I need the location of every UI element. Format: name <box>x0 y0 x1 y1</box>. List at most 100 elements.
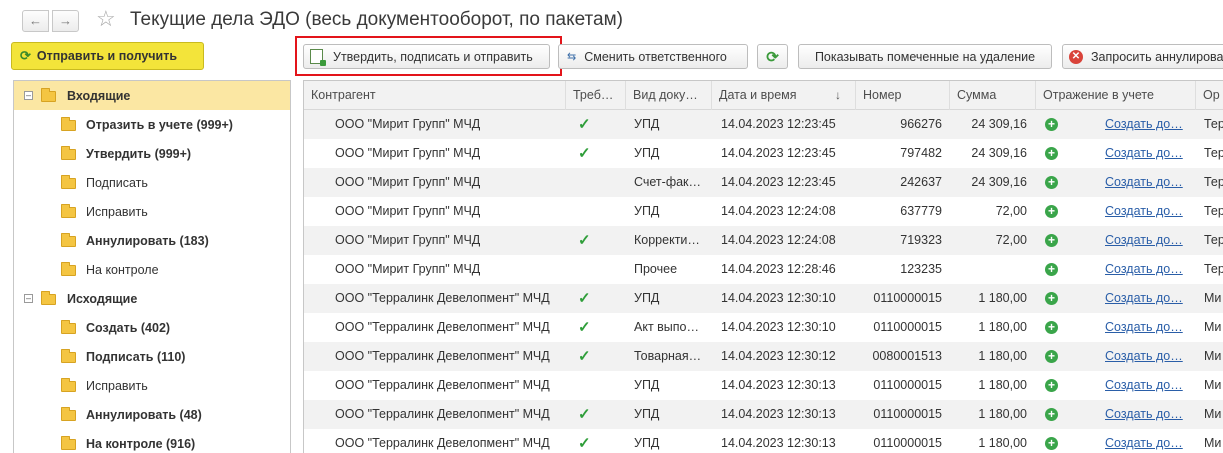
table-row[interactable]: ООО "Мирит Групп" МЧД Счет-фак… 14.04.2023… <box>304 168 1223 197</box>
cell-doc-type: УПД <box>634 407 660 421</box>
create-document-link[interactable]: Создать до… <box>1105 226 1191 255</box>
folder-tree: – Входящие Отразить в учете (999+) Утвер… <box>13 80 291 453</box>
folder-icon <box>61 204 76 218</box>
create-document-link[interactable]: Создать до… <box>1105 168 1191 197</box>
add-circle-icon[interactable]: + <box>1045 379 1058 392</box>
cell-doc-type: Прочее <box>634 262 678 276</box>
tree-item[interactable]: Создать (402) <box>14 313 290 342</box>
approve-sign-send-button[interactable]: Утвердить, подписать и отправить <box>303 44 550 69</box>
cell-counterparty: ООО "Терралинк Девелопмент" МЧД <box>335 378 550 392</box>
folder-icon <box>61 407 76 421</box>
table-header: Контрагент Треб… Вид доку… Дата и время … <box>304 81 1223 110</box>
column-header-datetime-label: Дата и время <box>719 88 797 102</box>
add-circle-icon[interactable]: + <box>1045 408 1058 421</box>
create-document-link[interactable]: Создать до… <box>1105 197 1191 226</box>
table-row[interactable]: ООО "Терралинк Девелопмент" МЧД ✓ Акт выпо… <box>304 313 1223 342</box>
table-row[interactable]: ООО "Терралинк Девелопмент" МЧД ✓ Товарная… <box>304 342 1223 371</box>
add-circle-icon[interactable]: + <box>1045 350 1058 363</box>
tree-item[interactable]: Отразить в учете (999+) <box>14 110 290 139</box>
cell-number: 637779 <box>900 204 942 218</box>
create-document-link[interactable]: Создать до… <box>1105 429 1191 453</box>
tree-item[interactable]: Утвердить (999+) <box>14 139 290 168</box>
tree-item[interactable]: Исправить <box>14 197 290 226</box>
create-document-link[interactable]: Создать до… <box>1105 255 1191 284</box>
cell-org: Тер <box>1204 204 1223 218</box>
star-icon[interactable]: ☆ <box>96 6 116 32</box>
folder-icon <box>41 88 56 102</box>
table-row[interactable]: ООО "Терралинк Девелопмент" МЧД ✓ УПД 14.04… <box>304 284 1223 313</box>
column-header-number[interactable]: Номер <box>856 81 950 110</box>
table-row[interactable]: ООО "Мирит Групп" МЧД Прочее 14.04.2023 12… <box>304 255 1223 284</box>
tree-item[interactable]: На контроле <box>14 255 290 284</box>
tree-group-label: Исходящие <box>67 291 138 306</box>
tree-item[interactable]: Исправить <box>14 371 290 400</box>
tree-item[interactable]: Аннулировать (183) <box>14 226 290 255</box>
cell-doc-type: УПД <box>634 146 660 160</box>
add-circle-icon[interactable]: + <box>1045 205 1058 218</box>
add-circle-icon[interactable]: + <box>1045 437 1058 450</box>
cell-sum: 1 180,00 <box>978 291 1027 305</box>
request-annul-button[interactable]: ✕ Запросить аннулирова <box>1062 44 1223 69</box>
column-header-required[interactable]: Треб… <box>566 81 626 110</box>
table-row[interactable]: ООО "Мирит Групп" МЧД ✓ УПД 14.04.2023 12:2… <box>304 110 1223 139</box>
tree-item[interactable]: Подписать (110) <box>14 342 290 371</box>
create-document-link[interactable]: Создать до… <box>1105 284 1191 313</box>
create-document-link[interactable]: Создать до… <box>1105 371 1191 400</box>
cell-number: 0110000015 <box>873 291 942 305</box>
table-row[interactable]: ООО "Мирит Групп" МЧД ✓ УПД 14.04.2023 12:2… <box>304 139 1223 168</box>
tree-item[interactable]: Аннулировать (48) <box>14 400 290 429</box>
tree-item-label: На контроле <box>86 262 159 277</box>
cell-datetime: 14.04.2023 12:23:45 <box>721 146 836 160</box>
table-row[interactable]: ООО "Терралинк Девелопмент" МЧД ✓ УПД 14.04… <box>304 400 1223 429</box>
arrow-right-icon[interactable]: → <box>52 10 79 32</box>
add-circle-icon[interactable]: + <box>1045 147 1058 160</box>
tree-group-outgoing[interactable]: – Исходящие <box>14 284 290 313</box>
table-row[interactable]: ООО "Терралинк Девелопмент" МЧД ✓ УПД 14.04… <box>304 429 1223 453</box>
add-circle-icon[interactable]: + <box>1045 118 1058 131</box>
column-header-org[interactable]: Ор <box>1196 81 1223 110</box>
column-header-doc-type[interactable]: Вид доку… <box>626 81 712 110</box>
show-marked-button[interactable]: Показывать помеченные на удаление <box>798 44 1052 69</box>
table-row[interactable]: ООО "Мирит Групп" МЧД ✓ Корректи… 14.04.202… <box>304 226 1223 255</box>
refresh-button[interactable]: ⟳ <box>757 44 788 69</box>
cell-org: Ми <box>1204 320 1222 334</box>
cell-counterparty: ООО "Мирит Групп" МЧД <box>335 233 481 247</box>
column-header-datetime[interactable]: Дата и время ↓ <box>712 81 856 110</box>
add-circle-icon[interactable]: + <box>1045 292 1058 305</box>
column-header-sum[interactable]: Сумма <box>950 81 1036 110</box>
add-circle-icon[interactable]: + <box>1045 176 1058 189</box>
create-document-link[interactable]: Создать до… <box>1105 139 1191 168</box>
add-circle-icon[interactable]: + <box>1045 321 1058 334</box>
column-header-counterparty[interactable]: Контрагент <box>304 81 566 110</box>
cell-number: 123235 <box>900 262 942 276</box>
send-receive-button[interactable]: ⟳ Отправить и получить <box>11 42 204 70</box>
cell-counterparty: ООО "Терралинк Девелопмент" МЧД <box>335 436 550 450</box>
arrow-left-icon[interactable]: ← <box>22 10 49 32</box>
cell-datetime: 14.04.2023 12:30:10 <box>721 320 836 334</box>
cell-org: Тер <box>1204 233 1223 247</box>
column-header-accounting[interactable]: Отражение в учете <box>1036 81 1196 110</box>
add-circle-icon[interactable]: + <box>1045 263 1058 276</box>
cell-doc-type: УПД <box>634 378 660 392</box>
cell-datetime: 14.04.2023 12:30:13 <box>721 436 836 450</box>
create-document-link[interactable]: Создать до… <box>1105 342 1191 371</box>
approve-sign-send-label: Утвердить, подписать и отправить <box>333 49 533 64</box>
collapse-icon[interactable]: – <box>24 294 33 303</box>
tree-item[interactable]: Подписать <box>14 168 290 197</box>
table-row[interactable]: ООО "Мирит Групп" МЧД УПД 14.04.2023 12:24… <box>304 197 1223 226</box>
table-row[interactable]: ООО "Терралинк Девелопмент" МЧД УПД 14.04.… <box>304 371 1223 400</box>
cell-counterparty: ООО "Мирит Групп" МЧД <box>335 146 481 160</box>
create-document-link[interactable]: Создать до… <box>1105 110 1191 139</box>
create-document-link[interactable]: Создать до… <box>1105 313 1191 342</box>
tree-group-incoming[interactable]: – Входящие <box>14 81 290 110</box>
add-circle-icon[interactable]: + <box>1045 234 1058 247</box>
folder-icon <box>41 291 56 305</box>
close-circle-icon: ✕ <box>1069 49 1083 64</box>
create-document-link[interactable]: Создать до… <box>1105 400 1191 429</box>
cell-counterparty: ООО "Мирит Групп" МЧД <box>335 204 481 218</box>
collapse-icon[interactable]: – <box>24 91 33 100</box>
cell-number: 0110000015 <box>873 378 942 392</box>
cell-number: 966276 <box>900 117 942 131</box>
change-responsible-button[interactable]: ⇆ Сменить ответственного <box>558 44 748 69</box>
tree-item[interactable]: На контроле (916) <box>14 429 290 453</box>
